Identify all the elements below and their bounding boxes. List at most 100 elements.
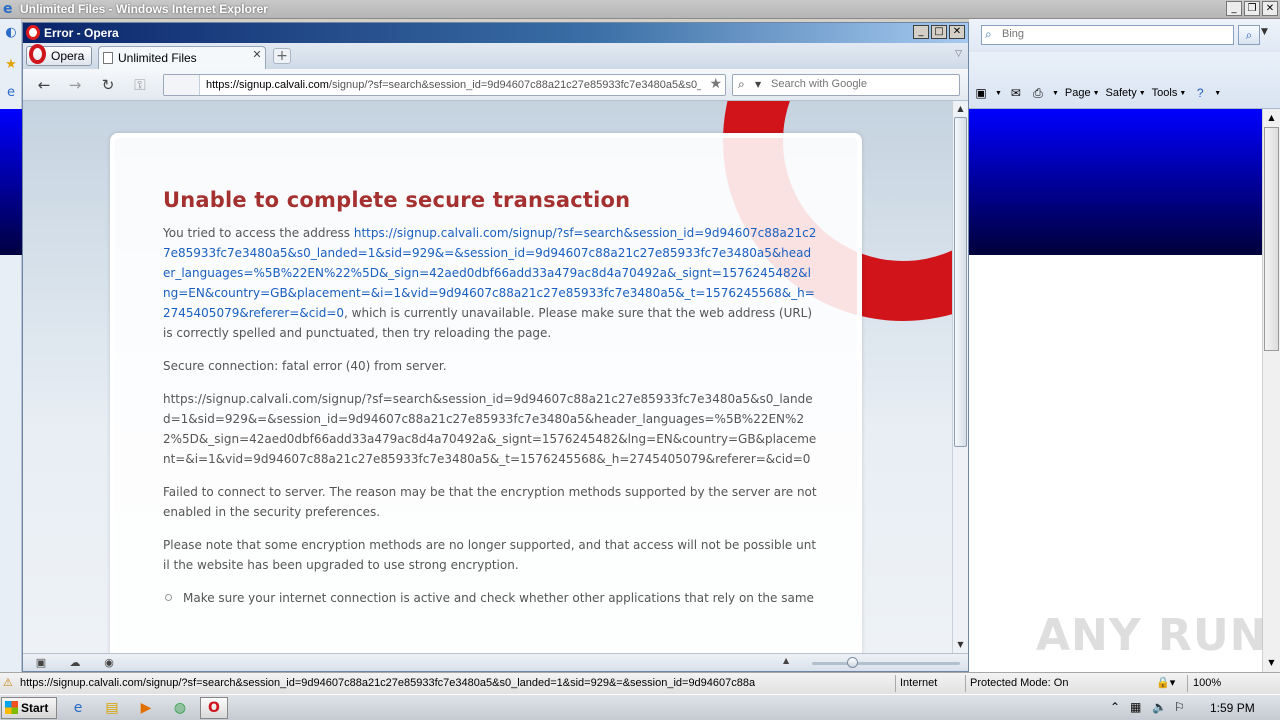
page-menu[interactable]: Page ▼ [1065,87,1100,99]
mail-icon[interactable]: ✉ [1008,86,1024,100]
page-viewport: Unable to complete secure transaction Yo… [23,101,952,653]
ie-zoom-level[interactable]: 100% [1193,677,1221,689]
ie-tab-icon[interactable]: e [3,85,19,101]
volume-icon[interactable]: 🔈 [1152,700,1167,714]
anyrun-watermark: ANY RUN [1036,610,1268,661]
scroll-up-icon[interactable]: ▲ [954,102,967,116]
taskbar-explorer-icon[interactable]: ▤ [98,697,126,719]
protected-mode-status[interactable]: Protected Mode: On [970,677,1068,689]
bing-search-box[interactable]: ⌕ [981,25,1234,45]
opera-unite-cloud-icon[interactable]: ☁ [67,655,83,670]
scroll-thumb[interactable] [954,117,967,447]
list-item: Make sure your internet connection is ac… [163,588,818,608]
network-icon[interactable]: ▦ [1130,700,1141,714]
opera-tab-bar: Opera Unlimited Files ✕ + ▽ [23,43,968,69]
ie-search-toolbar: ⌕ ⌕ ▼ [969,19,1280,52]
safety-menu[interactable]: Safety ▼ [1106,87,1146,99]
site-info-badge[interactable] [164,75,200,95]
tray-expand-icon[interactable]: ⌃ [1110,700,1120,714]
chevron-down-icon[interactable]: ▼ [1052,90,1059,97]
status-url: https://signup.calvali.com/signup/?sf=se… [20,677,755,689]
divider [895,675,896,692]
address-path: /signup/?sf=search&session_id=9d94607c88… [328,79,701,91]
taskbar-ie-icon[interactable]: e [64,697,92,719]
ie-status-bar: ⚠ https://signup.calvali.com/signup/?sf=… [0,672,1280,694]
ie-restore-button[interactable]: ❐ [1244,1,1260,16]
address-url[interactable]: https://signup.calvali.com/signup/?sf=se… [206,79,701,91]
zoom-menu-icon[interactable]: ▲ [783,656,789,665]
tab-unlimited-files[interactable]: Unlimited Files [98,46,266,69]
ie-command-bar: ▣ ▼ ✉ ⎙ ▼ Page ▼ Safety ▼ Tools ▼ ? ▼ [969,52,1280,109]
favorites-star-icon[interactable]: ★ [3,57,19,73]
safety-menu-label: Safety [1105,87,1137,99]
opera-titlebar: Error - Opera _ □ ✕ [23,23,968,43]
ie-titlebar: e Unlimited Files - Windows Internet Exp… [0,0,1280,19]
tools-menu[interactable]: Tools ▼ [1152,87,1187,99]
zoom-slider-thumb[interactable] [847,657,858,668]
back-button[interactable]: ← [33,75,55,95]
opera-minimize-button[interactable]: _ [913,25,929,39]
bullet-text: Make sure your internet connection is ac… [183,591,814,605]
ie-page-banner-left [0,109,22,255]
ie-page-banner [969,109,1262,255]
tab-list-chevron-icon[interactable]: ▽ [955,49,962,59]
address-bar[interactable]: https://signup.calvali.com/signup/?sf=se… [163,74,726,96]
intro-prefix: You tried to access the address [163,226,354,240]
scroll-up-icon[interactable]: ▲ [1264,110,1279,126]
opera-close-button[interactable]: ✕ [949,25,965,39]
opera-window: Error - Opera _ □ ✕ Opera Unlimited File… [22,22,969,672]
search-icon: ⌕ [738,77,745,91]
start-button[interactable]: Start [1,697,57,719]
turbo-gauge-icon[interactable]: ◉ [101,655,117,670]
ie-logo-icon: e [3,1,13,17]
chevron-down-icon[interactable]: ▼ [995,90,1002,97]
document-icon [103,52,113,64]
security-zone[interactable]: Internet [900,677,937,689]
key-icon[interactable]: ⚿ [129,75,151,95]
search-go-button[interactable]: ⌕ [1238,25,1260,45]
tools-menu-label: Tools [1151,87,1178,99]
address-host: https://signup.calvali.com [206,79,329,91]
bookmark-star-icon[interactable]: ★ [709,76,722,92]
failed-to-connect-text: Failed to connect to server. The reason … [163,485,817,519]
ie-back-icon[interactable]: ◐ [3,25,19,41]
opera-menu-button[interactable]: Opera [26,44,92,66]
scroll-down-icon[interactable]: ▼ [954,638,967,652]
clock[interactable]: 1:59 PM [1210,701,1255,715]
new-tab-button[interactable]: + [273,48,291,64]
opera-menu-label: Opera [51,49,85,63]
opera-vertical-scrollbar[interactable]: ▲ ▼ [952,101,968,653]
taskbar-media-player-icon[interactable]: ▶ [132,697,160,719]
panel-toggle-icon[interactable]: ▣ [33,655,49,670]
reload-button[interactable]: ↻ [97,75,119,95]
chevron-down-icon[interactable]: ▼ [1214,90,1221,97]
opera-window-title: Error - Opera [44,26,119,40]
rss-feed-icon[interactable]: ▣ [973,86,989,100]
ie-close-button[interactable]: ✕ [1262,1,1278,16]
close-tab-icon[interactable]: ✕ [251,49,263,61]
action-center-flag-icon[interactable]: ⚐ [1174,700,1185,714]
chevron-down-icon[interactable]: ▼ [1261,27,1268,37]
chevron-down-icon: ▼ [1179,89,1187,97]
security-lock-icon[interactable]: 🔒▾ [1156,676,1175,689]
zoom-slider[interactable] [812,662,960,665]
ie-minimize-button[interactable]: _ [1226,1,1242,16]
page-menu-label: Page [1064,87,1091,99]
chevron-down-icon[interactable]: ▼ [755,80,761,89]
forward-button[interactable]: → [64,75,86,95]
bing-search-input[interactable] [1002,28,1222,40]
taskbar-chrome-icon[interactable]: ◍ [166,697,194,719]
taskbar-opera-icon[interactable]: O [200,697,228,719]
opera-search-box[interactable]: ⌕ ▼ [732,74,960,96]
help-icon[interactable]: ? [1192,86,1208,100]
print-icon[interactable]: ⎙ [1030,86,1046,100]
ie-vertical-scrollbar[interactable]: ▲ ▼ [1262,109,1280,672]
error-intro: You tried to access the address https://… [163,223,818,343]
opera-maximize-button[interactable]: □ [931,25,947,39]
error-card: Unable to complete secure transaction Yo… [110,133,862,653]
scroll-thumb[interactable] [1264,127,1279,351]
opera-search-input[interactable] [771,78,951,90]
chevron-down-icon: ▼ [1092,89,1100,97]
divider [1187,675,1188,692]
bullet-icon [165,594,172,601]
